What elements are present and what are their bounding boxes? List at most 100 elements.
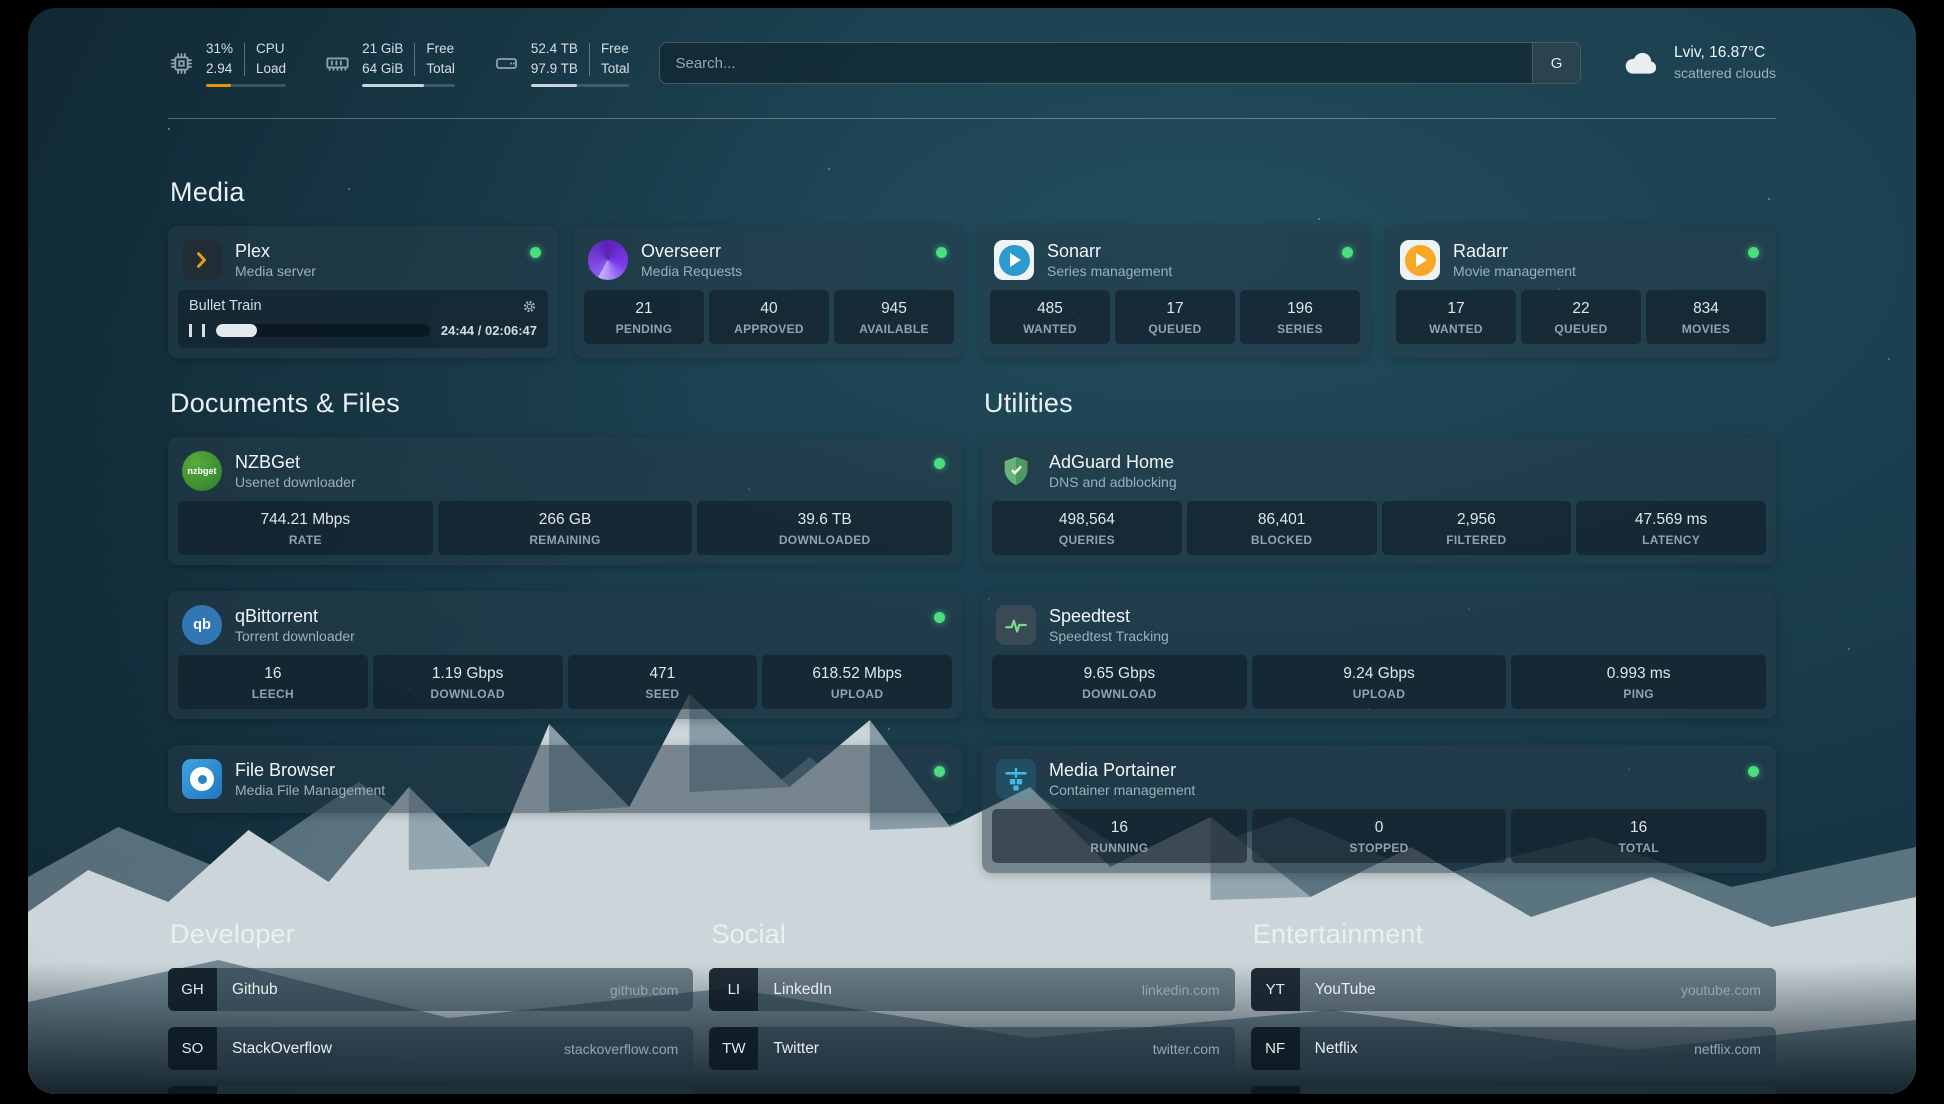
memory-labels: FreeTotal: [426, 39, 455, 78]
bookmark-youtube[interactable]: YT YouTube youtube.com: [1251, 968, 1776, 1011]
adguard-stat-filtered: 2,956FILTERED: [1382, 501, 1572, 555]
cpu-widget: 31%2.94 CPULoad: [168, 39, 286, 86]
status-dot: [1748, 247, 1759, 258]
status-dot: [530, 247, 541, 258]
topbar: 31%2.94 CPULoad: [168, 34, 1776, 92]
settings-gear-icon[interactable]: [522, 299, 537, 314]
bookmark-twitter[interactable]: TW Twitter twitter.com: [709, 1027, 1234, 1070]
adguard-icon: [996, 451, 1036, 491]
portainer-card[interactable]: Media Portainer Container management 16R…: [982, 745, 1776, 873]
bookmark-dev[interactable]: DT DEV dev.to: [168, 1086, 693, 1094]
now-playing-panel: Bullet Train 24:44 / 02:06:47: [178, 290, 548, 348]
speedtest-stat-download: 9.65 GbpsDOWNLOAD: [992, 655, 1247, 709]
speedtest-stat-ping: 0.993 msPING: [1511, 655, 1766, 709]
sonarr-stat-wanted: 485WANTED: [990, 290, 1110, 344]
status-dot: [934, 458, 945, 469]
adguard-stat-latency: 47.569 msLATENCY: [1576, 501, 1766, 555]
nzbget-stat-downloaded: 39.6 TBDOWNLOADED: [697, 501, 952, 555]
service-name: Media Portainer: [1049, 759, 1195, 782]
bookmark-name: DEV: [217, 1086, 626, 1094]
playback-time: 24:44 / 02:06:47: [441, 323, 537, 338]
sonarr-stat-series: 196SERIES: [1240, 290, 1360, 344]
portainer-stat-running: 16RUNNING: [992, 809, 1247, 863]
resource-widgets: 31%2.94 CPULoad: [168, 39, 629, 86]
service-subtitle: Media File Management: [235, 782, 385, 800]
memory-values: 21 GiB64 GiB: [362, 39, 403, 78]
disk-widget: 52.4 TB97.9 TB FreeTotal: [493, 39, 630, 86]
bookmark-name: Github: [217, 968, 595, 1011]
nzbget-icon: nzbget: [182, 451, 222, 491]
adguard-card[interactable]: AdGuard Home DNS and adblocking 498,564Q…: [982, 437, 1776, 565]
sonarr-stat-queued: 17QUEUED: [1115, 290, 1235, 344]
bookmark-linkedin[interactable]: LI LinkedIn linkedin.com: [709, 968, 1234, 1011]
memory-usage-bar: [362, 84, 455, 87]
now-playing-title: Bullet Train: [189, 298, 262, 314]
section-title-media: Media: [170, 177, 1776, 208]
bookmark-name: Netflix: [1300, 1027, 1679, 1070]
service-subtitle: Movie management: [1453, 263, 1576, 281]
portainer-stat-total: 16TOTAL: [1511, 809, 1766, 863]
cpu-icon: [168, 50, 195, 77]
bookmark-abbr: DT: [168, 1086, 217, 1094]
qbittorrent-stat-download: 1.19 GbpsDOWNLOAD: [373, 655, 563, 709]
bookmark-url: linkedin.com: [1127, 968, 1235, 1011]
radarr-stat-queued: 22QUEUED: [1521, 290, 1641, 344]
status-dot: [936, 247, 947, 258]
speedtest-card[interactable]: Speedtest Speedtest Tracking 9.65 GbpsDO…: [982, 591, 1776, 719]
service-name: Overseerr: [641, 240, 742, 263]
bookmark-abbr: YT: [1251, 968, 1300, 1011]
radarr-card[interactable]: Radarr Movie management 17WANTED 22QUEUE…: [1386, 226, 1776, 358]
section-title-social: Social: [711, 919, 1234, 950]
search-input[interactable]: [660, 43, 1532, 83]
service-name: Radarr: [1453, 240, 1576, 263]
bookmark-github[interactable]: GH Github github.com: [168, 968, 693, 1011]
overseerr-stat-available: 945AVAILABLE: [834, 290, 954, 344]
bookmark-url: youtube.com: [1666, 968, 1776, 1011]
search-bar: G: [659, 42, 1581, 84]
overseerr-stat-pending: 21PENDING: [584, 290, 704, 344]
overseerr-card[interactable]: Overseerr Media Requests 21PENDING 40APP…: [574, 226, 964, 358]
filebrowser-icon: [182, 759, 222, 799]
section-title-utilities: Utilities: [984, 388, 1776, 419]
section-utilities: Utilities AdGuard Home DNS and: [982, 388, 1776, 873]
section-documents: Documents & Files nzbget NZBGet Usenet d…: [168, 388, 962, 873]
topbar-divider: [168, 118, 1776, 119]
service-subtitle: Usenet downloader: [235, 474, 356, 492]
bookmark-netflix[interactable]: NF Netflix netflix.com: [1251, 1027, 1776, 1070]
cloud-icon: [1621, 48, 1661, 78]
bookmark-url: github.com: [595, 968, 693, 1011]
separator: [414, 43, 415, 76]
bookmark-name: Reddit: [1300, 1086, 1681, 1094]
bookmark-name: YouTube: [1300, 968, 1666, 1011]
search-provider-button[interactable]: G: [1532, 43, 1580, 83]
pause-icon[interactable]: [189, 324, 205, 337]
filebrowser-card[interactable]: File Browser Media File Management: [168, 745, 962, 813]
weather-location: Lviv, 16.87°C: [1674, 43, 1776, 64]
disk-icon: [493, 50, 520, 77]
service-name: qBittorrent: [235, 605, 355, 628]
nzbget-stat-remaining: 266 GBREMAINING: [438, 501, 693, 555]
service-subtitle: Container management: [1049, 782, 1195, 800]
radarr-stat-wanted: 17WANTED: [1396, 290, 1516, 344]
sonarr-card[interactable]: Sonarr Series management 485WANTED 17QUE…: [980, 226, 1370, 358]
section-media: Media Plex Media server: [168, 177, 1776, 358]
speedtest-icon: [996, 605, 1036, 645]
plex-card[interactable]: Plex Media server Bullet Train: [168, 226, 558, 358]
weather-widget: Lviv, 16.87°C scattered clouds: [1621, 43, 1776, 83]
service-name: Speedtest: [1049, 605, 1169, 628]
qbittorrent-card[interactable]: qb qBittorrent Torrent downloader 16LEEC…: [168, 591, 962, 719]
qbittorrent-stat-upload: 618.52 MbpsUPLOAD: [762, 655, 952, 709]
section-title-documents: Documents & Files: [170, 388, 962, 419]
nzbget-card[interactable]: nzbget NZBGet Usenet downloader 744.21 M…: [168, 437, 962, 565]
bookmark-stackoverflow[interactable]: SO StackOverflow stackoverflow.com: [168, 1027, 693, 1070]
memory-widget: 21 GiB64 GiB FreeTotal: [324, 39, 455, 86]
overseerr-stat-approved: 40APPROVED: [709, 290, 829, 344]
service-subtitle: Torrent downloader: [235, 628, 355, 646]
service-name: NZBGet: [235, 451, 356, 474]
cpu-labels: CPULoad: [256, 39, 286, 78]
qbittorrent-stat-seed: 471SEED: [568, 655, 758, 709]
overseerr-icon: [588, 240, 628, 280]
bookmark-url: netflix.com: [1679, 1027, 1776, 1070]
bookmark-reddit[interactable]: RE Reddit reddit.com: [1251, 1086, 1776, 1094]
cpu-usage-bar: [206, 84, 286, 87]
